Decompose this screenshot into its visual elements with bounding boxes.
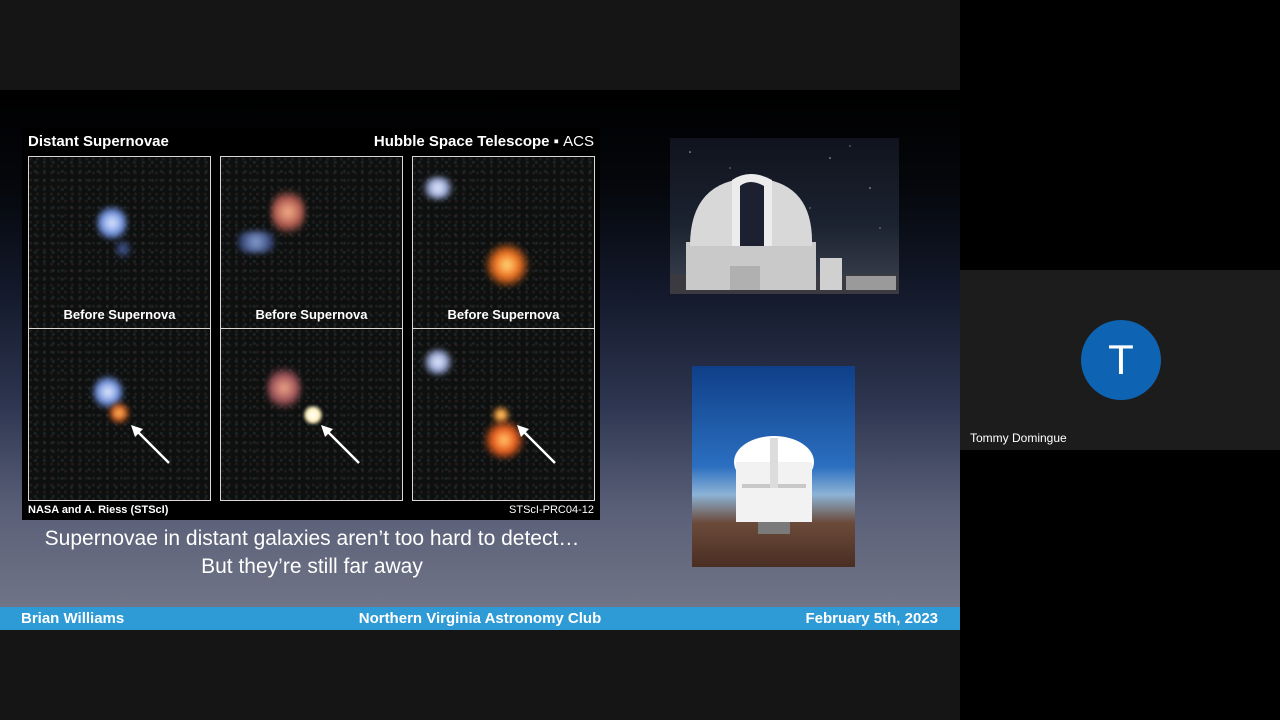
- arrow-icon: [131, 425, 170, 464]
- participant-name: Tommy Domingue: [970, 431, 1067, 445]
- before-panel-1: Before Supernova: [28, 156, 211, 329]
- presentation-slide: Distant Supernovae Hubble Space Telescop…: [0, 90, 960, 630]
- image-credit: NASA and A. Riess (STScI): [28, 504, 169, 516]
- slide-caption-line-2: But they’re still far away: [201, 555, 423, 578]
- figure-source-title: Hubble Space Telescope ▪ ACS: [374, 133, 594, 150]
- panel-caption: Before Supernova: [63, 307, 176, 322]
- participant-avatar: T: [1081, 320, 1161, 400]
- panel-caption: Before Supernova: [255, 307, 368, 322]
- participant-tile[interactable]: T Tommy Domingue: [960, 270, 1280, 450]
- screen-share-area: Distant Supernovae Hubble Space Telescop…: [0, 0, 960, 720]
- figure-title: Distant Supernovae: [28, 133, 169, 150]
- before-panel-2: Before Supernova: [220, 156, 403, 329]
- observatory-dome-photo-night: [670, 138, 899, 294]
- slide-caption-line-1: Supernovae in distant galaxies aren’t to…: [44, 527, 580, 550]
- after-panel-2: [220, 328, 403, 501]
- instrument-name: ACS: [563, 133, 594, 150]
- before-panel-3: Before Supernova: [412, 156, 595, 329]
- image-id: STScI-PRC04-12: [509, 504, 594, 516]
- slide-footer-bar: Brian Williams Northern Virginia Astrono…: [0, 607, 960, 630]
- arrow-icon: [517, 425, 556, 464]
- after-panel-1: [28, 328, 211, 501]
- arrow-icon: [321, 425, 360, 464]
- observatory-dome-photo-day: [692, 366, 855, 567]
- after-panel-3: [412, 328, 595, 501]
- presentation-date: February 5th, 2023: [805, 610, 938, 627]
- hubble-supernova-figure: Distant Supernovae Hubble Space Telescop…: [22, 128, 600, 520]
- panel-caption: Before Supernova: [447, 307, 560, 322]
- telescope-name: Hubble Space Telescope ▪: [373, 133, 564, 150]
